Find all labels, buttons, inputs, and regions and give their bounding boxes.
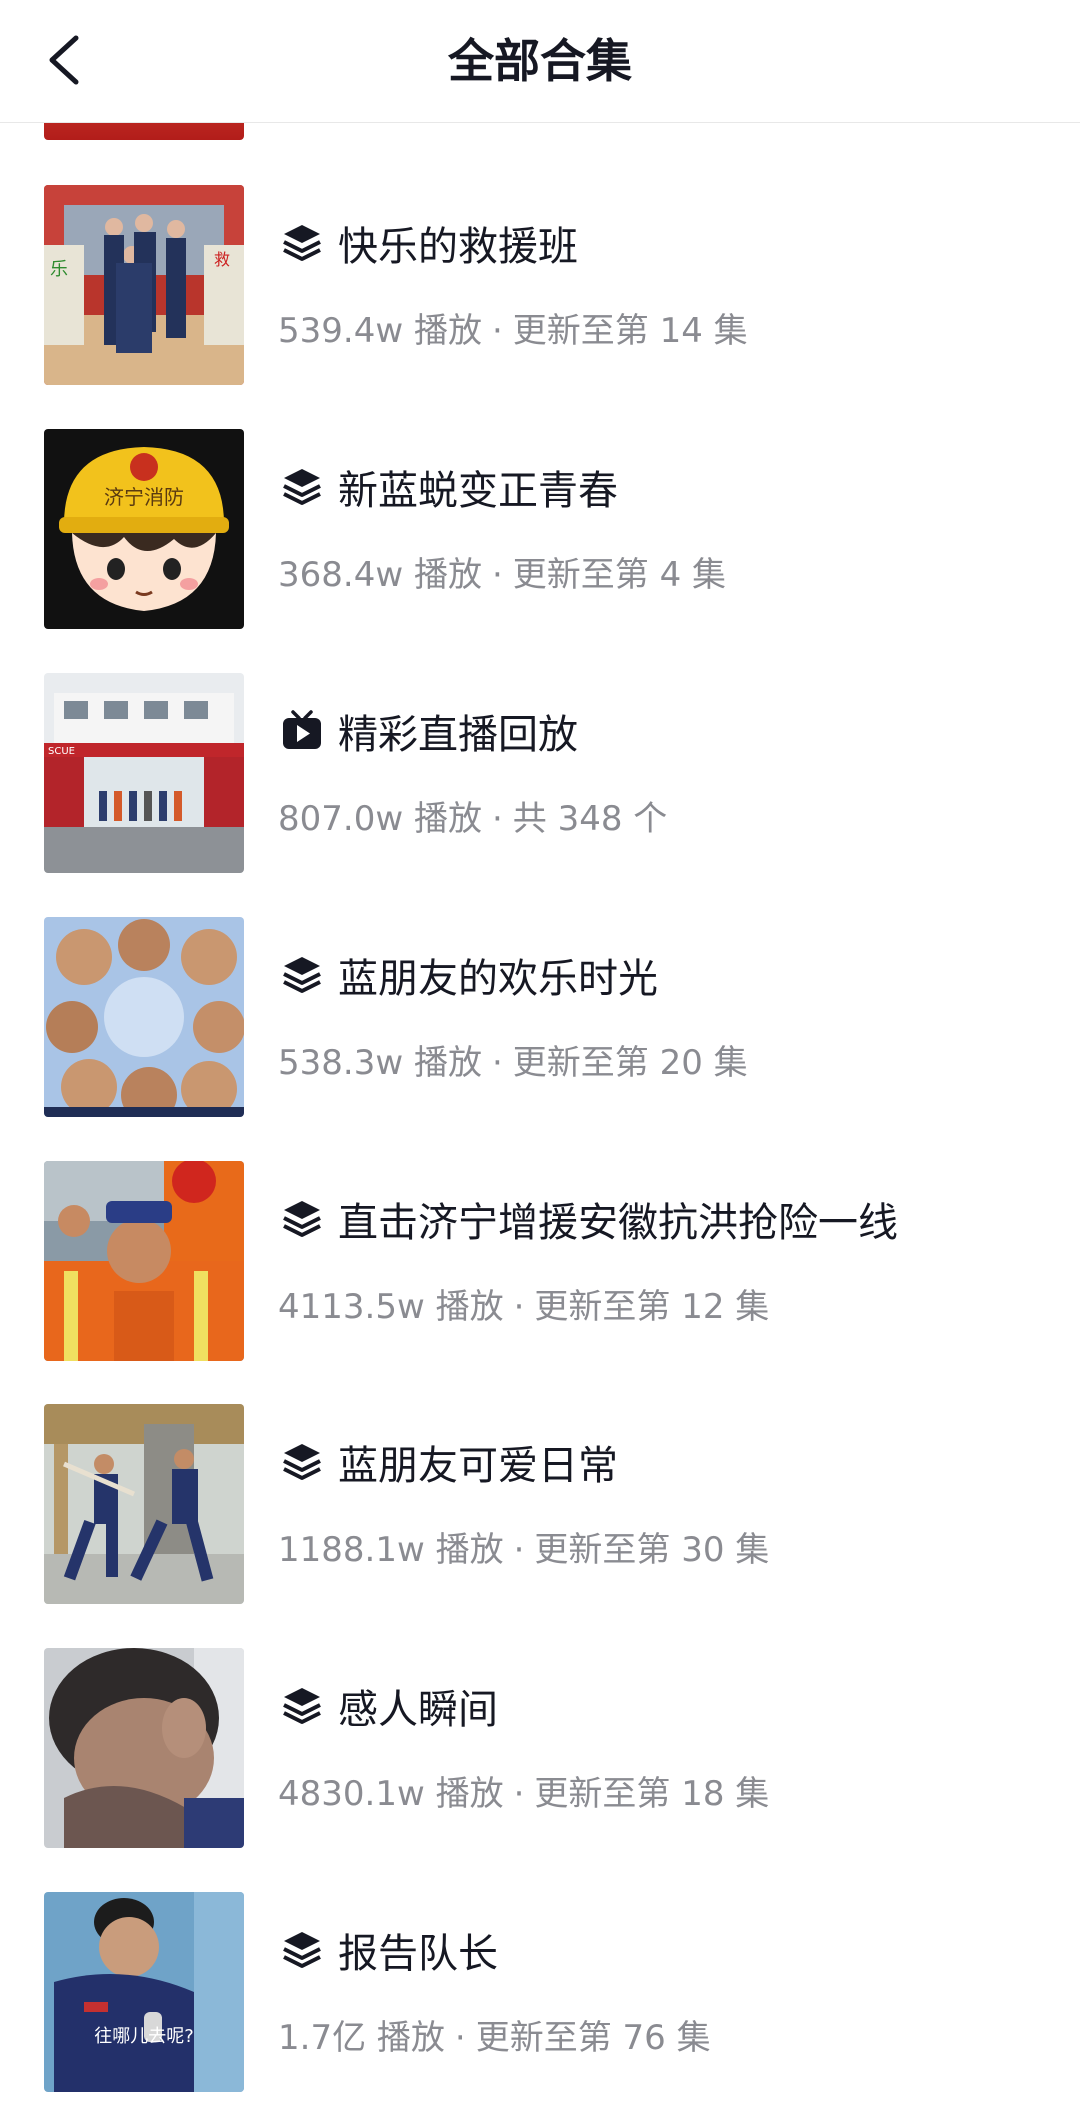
collection-meta: 807.0w 播放 · 共 348 个 <box>278 791 667 840</box>
play-count: 4830.1w 播放 <box>278 1774 504 1814</box>
collection-item[interactable]: 蓝朋友的欢乐时光 538.3w 播放 · 更新至第 20 集 <box>0 917 1080 1117</box>
collection-title: 报告队长 <box>338 1931 498 1977</box>
play-count: 1.7亿 播放 <box>278 2018 445 2058</box>
separator-dot: · <box>513 1287 525 1327</box>
collection-title: 蓝朋友的欢乐时光 <box>338 956 658 1002</box>
collection-thumbnail[interactable]: 济宁消防 <box>44 429 244 629</box>
update-status: 更新至第 76 集 <box>475 2018 711 2058</box>
collection-thumbnail[interactable]: 往哪儿去呢? <box>44 1892 244 2092</box>
separator-dot: · <box>513 1530 525 1570</box>
collection-meta: 539.4w 播放 · 更新至第 14 集 <box>278 303 748 352</box>
update-status: 更新至第 12 集 <box>534 1287 770 1327</box>
separator-dot: · <box>454 2018 466 2058</box>
play-count: 807.0w 播放 <box>278 799 482 839</box>
collection-item[interactable]: 感人瞬间 4830.1w 播放 · 更新至第 18 集 <box>0 1648 1080 1848</box>
collection-meta: 368.4w 播放 · 更新至第 4 集 <box>278 547 726 596</box>
collection-title: 感人瞬间 <box>338 1687 498 1733</box>
separator-dot: · <box>491 311 503 351</box>
play-count: 538.3w 播放 <box>278 1043 482 1083</box>
update-status: 更新至第 4 集 <box>512 555 727 595</box>
update-status: 更新至第 18 集 <box>534 1774 770 1814</box>
collection-meta: 1.7亿 播放 · 更新至第 76 集 <box>278 2010 711 2059</box>
collection-meta: 4113.5w 播放 · 更新至第 12 集 <box>278 1279 769 1328</box>
collection-thumbnail[interactable] <box>44 1161 244 1361</box>
helmet-text: 济宁消防 <box>104 485 184 509</box>
top-bar: 全部合集 <box>0 0 1080 123</box>
stack-icon <box>280 221 324 265</box>
stack-icon <box>280 465 324 509</box>
separator-dot: · <box>513 1774 525 1814</box>
stack-icon <box>280 953 324 997</box>
update-status: 更新至第 30 集 <box>534 1530 770 1570</box>
play-count: 4113.5w 播放 <box>278 1287 504 1327</box>
collection-item[interactable]: 蓝朋友可爱日常 1188.1w 播放 · 更新至第 30 集 <box>0 1404 1080 1604</box>
collection-meta: 1188.1w 播放 · 更新至第 30 集 <box>278 1522 769 1571</box>
stack-icon <box>280 1440 324 1484</box>
collection-thumbnail[interactable] <box>44 917 244 1117</box>
update-status: 更新至第 14 集 <box>512 311 748 351</box>
play-count: 539.4w 播放 <box>278 311 482 351</box>
collection-thumbnail[interactable] <box>44 1648 244 1848</box>
collection-title: 新蓝蜕变正青春 <box>338 468 618 514</box>
rescue-text: SCUE <box>48 746 75 757</box>
svg-text:救: 救 <box>214 250 230 269</box>
separator-dot: · <box>491 1043 503 1083</box>
collection-title: 蓝朋友可爱日常 <box>338 1443 618 1489</box>
collection-item[interactable]: SCUE 精彩直播回放 807.0w 播放 · 共 348 个 <box>0 673 1080 873</box>
play-count: 368.4w 播放 <box>278 555 482 595</box>
collection-meta: 4830.1w 播放 · 更新至第 18 集 <box>278 1766 769 1815</box>
collection-thumbnail[interactable] <box>44 1404 244 1604</box>
page-title: 全部合集 <box>448 34 632 88</box>
collection-item[interactable]: 往哪儿去呢? 报告队长 1.7亿 播放 · 更新至第 76 集 <box>0 1892 1080 2092</box>
collection-item[interactable]: 济宁消防 新蓝蜕变正青春 368.4w 播放 · 更新至第 4 集 <box>0 429 1080 629</box>
separator-dot: · <box>491 799 503 839</box>
collection-thumbnail[interactable]: SCUE <box>44 673 244 873</box>
play-count: 1188.1w 播放 <box>278 1530 504 1570</box>
collection-item[interactable]: 乐 救 快乐的救援班 539.4w 播放 · 更新至第 14 集 <box>0 185 1080 385</box>
update-status: 更新至第 20 集 <box>512 1043 748 1083</box>
collection-title: 快乐的救援班 <box>338 224 578 270</box>
collection-title: 直击济宁增援安徽抗洪抢险一线 <box>338 1200 898 1246</box>
caption-text: 往哪儿去呢? <box>94 2026 194 2047</box>
tv-icon <box>280 709 324 753</box>
update-status: 共 348 个 <box>512 799 668 839</box>
collection-item[interactable]: 直击济宁增援安徽抗洪抢险一线 4113.5w 播放 · 更新至第 12 集 <box>0 1161 1080 1361</box>
collection-thumbnail[interactable]: 乐 救 <box>44 185 244 385</box>
stack-icon <box>280 1197 324 1241</box>
collection-title: 精彩直播回放 <box>338 712 578 758</box>
separator-dot: · <box>491 555 503 595</box>
collection-meta: 538.3w 播放 · 更新至第 20 集 <box>278 1035 748 1084</box>
svg-text:乐: 乐 <box>50 259 68 280</box>
stack-icon <box>280 1684 324 1728</box>
stack-icon <box>280 1928 324 1972</box>
